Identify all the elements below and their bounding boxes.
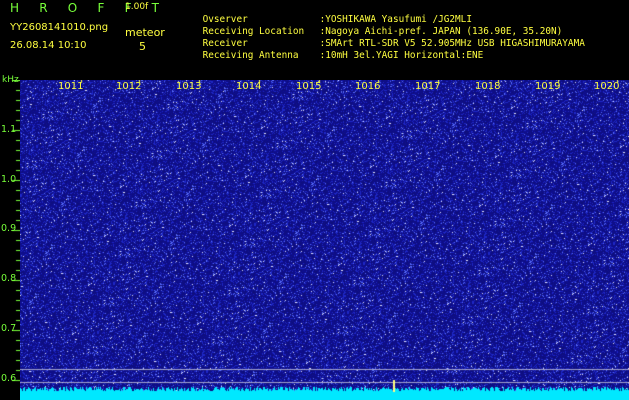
y-tick-label: 1.0 (1, 174, 17, 185)
x-tick-label: 1014 (236, 81, 262, 92)
info-value: :10mH 3el.YAGI Horizontal:ENE (319, 50, 484, 62)
y-tick-label: 0.6 (1, 373, 17, 384)
x-tick-label: 1017 (415, 81, 441, 92)
x-tick-label: 1018 (475, 81, 501, 92)
timestamp: 26.08.14 10:10 (10, 40, 87, 51)
y-tick-label: 0.9 (1, 223, 17, 234)
app-version: 1.00f (125, 2, 149, 12)
image-filename: YY2608141010.png (10, 22, 109, 33)
x-tick-label: 1019 (535, 81, 561, 92)
y-tick-label: 0.7 (1, 323, 17, 334)
detection-count: 5 (139, 40, 146, 53)
spectrogram-waterfall (20, 80, 629, 400)
y-tick-label: 0.8 (1, 273, 17, 284)
x-tick-label: 1020 (594, 81, 620, 92)
detection-label: meteor (125, 26, 165, 39)
x-tick-label: 1012 (116, 81, 142, 92)
info-antenna: Receiving Antenna :10mH 3el.YAGI Horizont… (180, 42, 484, 70)
x-tick-label: 1011 (58, 81, 84, 92)
y-axis-unit: kHz (2, 75, 19, 85)
x-tick-label: 1013 (176, 81, 202, 92)
x-tick-label: 1016 (355, 81, 381, 92)
info-label: Receiving Antenna (202, 50, 299, 62)
y-tick-label: 1.1 (1, 124, 17, 135)
x-tick-label: 1015 (296, 81, 322, 92)
